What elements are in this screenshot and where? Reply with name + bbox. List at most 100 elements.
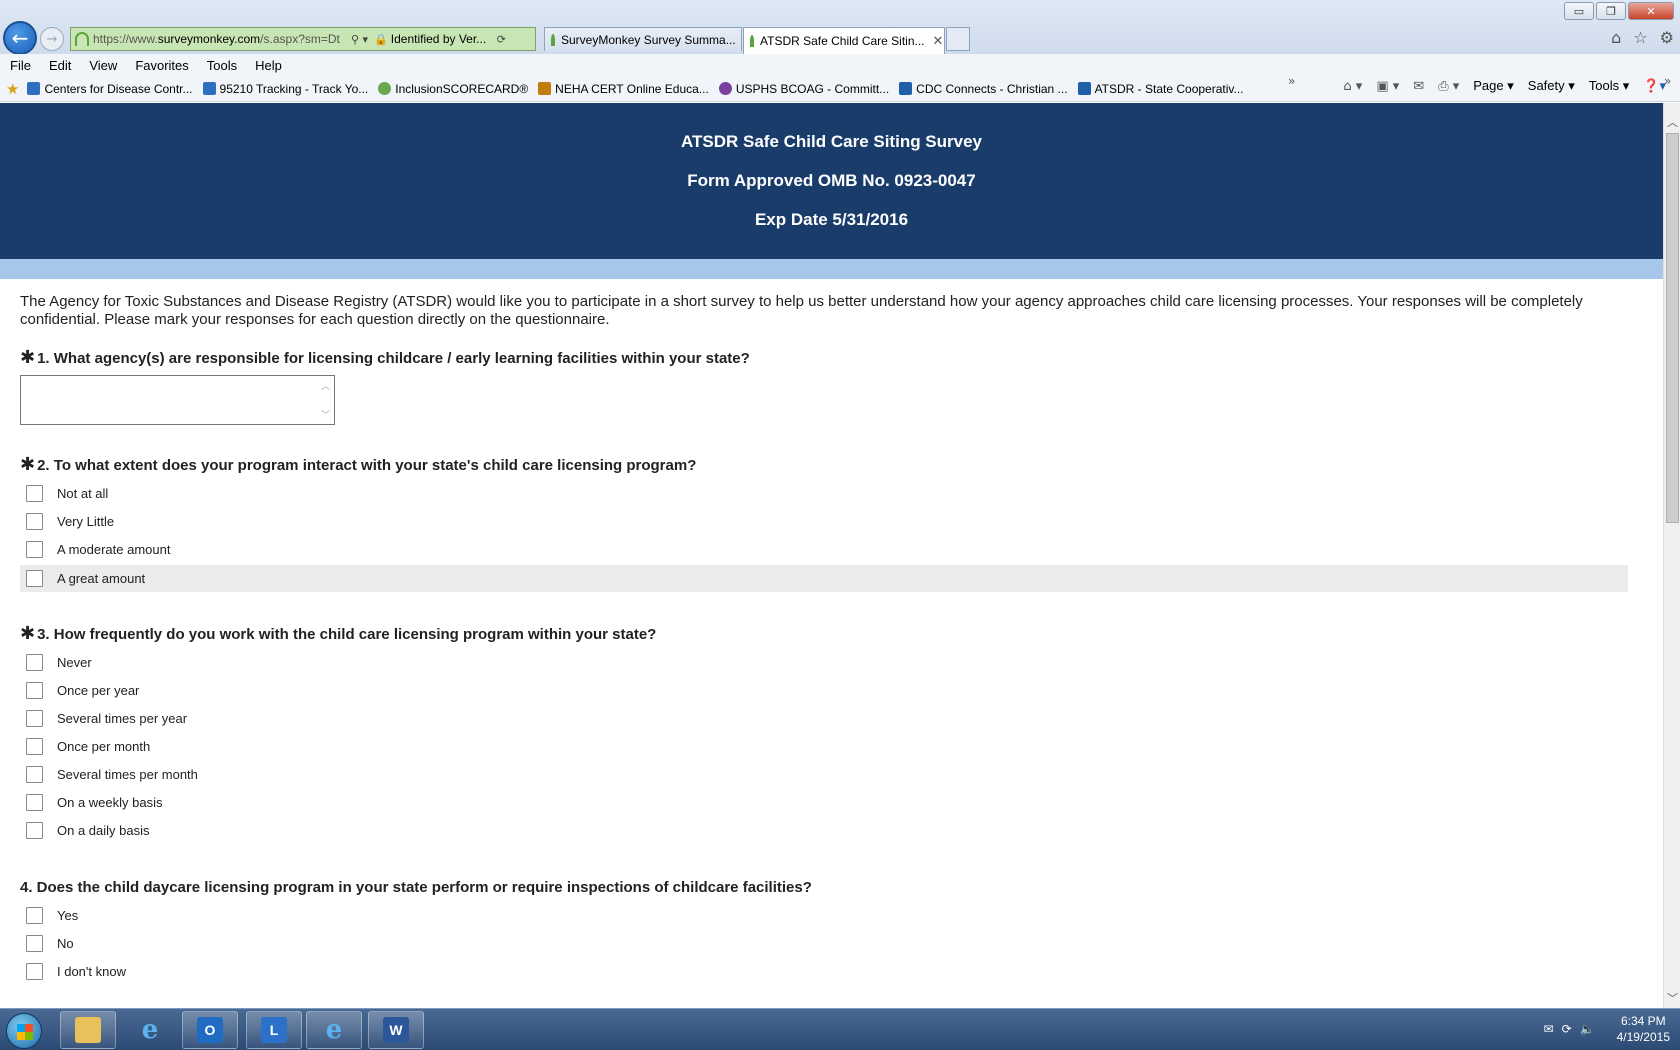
menu-edit[interactable]: Edit [49,58,71,73]
option-label: Once per year [57,683,140,698]
q4-option[interactable]: Yes [20,902,1628,929]
taskbar-word[interactable]: W [368,1011,424,1049]
scroll-thumb[interactable] [1666,133,1679,523]
tab-atsdr-survey[interactable]: ATSDR Safe Child Care Sitin... ✕ [743,27,945,54]
page-menu[interactable]: Page ▾ [1473,78,1514,94]
refresh-icon[interactable]: ⟳ [497,33,506,46]
url-path: /s.aspx?sm=Dt [260,32,340,46]
safety-menu[interactable]: Safety ▾ [1528,78,1575,94]
favorite-link[interactable]: 95210 Tracking - Track Yo... [202,81,369,96]
checkbox[interactable] [26,682,43,699]
checkbox[interactable] [26,935,43,952]
scroll-down-arrow-icon[interactable]: ﹀ [1664,989,1680,1006]
feeds-icon[interactable]: ▣ ▾ [1376,79,1399,94]
address-url[interactable]: https://www.surveymonkey.com/s.aspx?sm=D… [93,32,345,46]
q1-answer-textarea[interactable]: ︿ ﹀ [20,375,335,425]
checkbox[interactable] [26,654,43,671]
checkbox[interactable] [26,766,43,783]
q3-option[interactable]: Once per year [20,677,1628,704]
favorite-label: 95210 Tracking - Track Yo... [219,81,369,96]
address-bar[interactable]: https://www.surveymonkey.com/s.aspx?sm=D… [70,27,536,51]
favorite-label: NEHA CERT Online Educa... [555,81,709,96]
favorites-star-icon[interactable]: ☆ [1633,28,1647,47]
q3-option[interactable]: Never [20,649,1628,676]
checkbox[interactable] [26,513,43,530]
search-dropdown-icon[interactable]: ⚲ ▾ [351,33,368,46]
q2-option[interactable]: Very Little [20,508,1628,535]
favorite-link[interactable]: CDC Connects - Christian ... [899,82,1068,96]
home-icon[interactable]: ⌂ ▾ [1343,79,1362,94]
ie-icon: e [141,1015,159,1045]
favorites-star-icon[interactable]: ★ [6,80,19,98]
tools-menu[interactable]: Tools ▾ [1589,78,1630,94]
question-2: ✱ 2. To what extent does your program int… [20,454,696,475]
checkbox[interactable] [26,963,43,980]
favorite-link[interactable]: ATSDR - State Cooperativ... [1077,82,1244,96]
q3-option[interactable]: Several times per month [20,761,1628,788]
surveymonkey-tab-favicon [750,35,754,47]
back-button[interactable]: ← [3,21,37,55]
taskbar-outlook[interactable]: O [182,1011,238,1049]
q2-option[interactable]: A great amount [20,565,1628,592]
start-button[interactable] [6,1013,42,1049]
lock-icon[interactable]: 🔒 [374,33,388,46]
menu-tools[interactable]: Tools [207,58,237,73]
menu-help[interactable]: Help [255,58,282,73]
favorite-link[interactable]: USPHS BCOAG - Committ... [718,82,889,96]
close-tab-icon[interactable]: ✕ [933,33,944,49]
chevron-more-icon[interactable]: » [1288,74,1295,88]
mail-icon[interactable]: ✉ [1413,79,1424,94]
q3-option[interactable]: On a daily basis [20,817,1628,844]
print-icon[interactable]: ⎙ ▾ [1438,79,1459,94]
minimize-button[interactable]: ▭ [1564,2,1594,20]
q3-option[interactable]: Once per month [20,733,1628,760]
clock[interactable]: 6:34 PM 4/19/2015 [1617,1013,1670,1045]
menu-view[interactable]: View [89,58,117,73]
vertical-scrollbar[interactable]: ︿ ﹀ [1663,103,1680,1008]
q2-option[interactable]: A moderate amount [20,536,1628,563]
favorite-link[interactable]: Centers for Disease Contr... [27,82,193,96]
checkbox[interactable] [26,907,43,924]
close-window-button[interactable]: ✕ [1628,2,1674,20]
word-icon: W [383,1017,409,1043]
taskbar-lync[interactable]: L [246,1011,302,1049]
chevron-more-icon[interactable]: » [1664,74,1671,88]
menu-bar: File Edit View Favorites Tools Help [0,54,1680,76]
home-icon[interactable]: ⌂ [1611,28,1621,47]
tab-surveymonkey-summary[interactable]: SurveyMonkey Survey Summa... [544,27,742,51]
sync-tray-icon[interactable]: ⟳ [1562,1022,1572,1036]
q4-option[interactable]: No [20,930,1628,957]
help-icon[interactable]: ❓▾ [1643,79,1666,94]
gear-icon[interactable]: ⚙ [1660,28,1674,47]
checkbox[interactable] [26,485,43,502]
scroll-up-arrow-icon[interactable]: ︿ [1664,113,1680,130]
new-tab-button[interactable] [946,27,970,51]
surveymonkey-favicon [75,32,89,46]
checkbox[interactable] [26,794,43,811]
forward-button[interactable]: → [40,27,64,51]
restore-button[interactable]: ❐ [1596,2,1626,20]
checkbox[interactable] [26,541,43,558]
scroll-down-icon[interactable]: ﹀ [321,408,330,421]
required-asterisk-icon: ✱ [20,454,36,475]
taskbar-ie-active[interactable]: e [306,1011,362,1049]
taskbar-explorer[interactable] [60,1011,116,1049]
outlook-tray-icon[interactable]: ✉ [1544,1022,1554,1036]
q2-option[interactable]: Not at all [20,480,1628,507]
survey-header: ATSDR Safe Child Care Siting Survey Form… [0,103,1663,259]
scroll-up-icon[interactable]: ︿ [321,379,330,392]
volume-icon[interactable]: 🔈 [1580,1022,1595,1036]
menu-file[interactable]: File [10,58,31,73]
q3-option[interactable]: Several times per year [20,705,1628,732]
checkbox[interactable] [26,822,43,839]
q3-option[interactable]: On a weekly basis [20,789,1628,816]
checkbox[interactable] [26,710,43,727]
taskbar-ie[interactable]: e [122,1011,178,1049]
favorite-link[interactable]: InclusionSCORECARD® [378,82,528,96]
checkbox[interactable] [26,570,43,587]
security-identity[interactable]: Identified by Ver... [391,32,491,46]
q4-option[interactable]: I don't know [20,958,1628,985]
favorite-link[interactable]: NEHA CERT Online Educa... [538,82,709,96]
menu-favorites[interactable]: Favorites [135,58,188,73]
checkbox[interactable] [26,738,43,755]
